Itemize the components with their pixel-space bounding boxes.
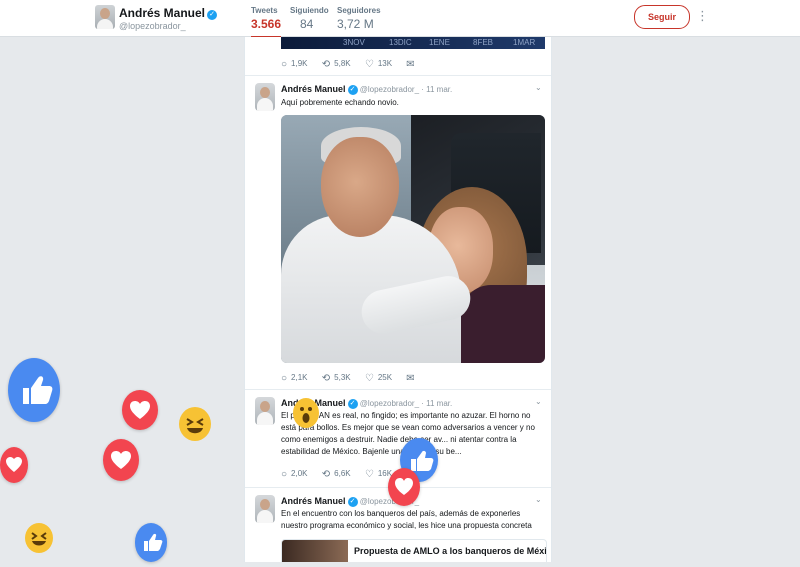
stat-followers[interactable]: Seguidores 3,72 M bbox=[337, 6, 381, 31]
avatar-shoulders bbox=[257, 510, 273, 523]
stat-followers-label: Seguidores bbox=[337, 6, 381, 15]
like-button[interactable]: ♡ 25K bbox=[365, 373, 392, 384]
stat-following-value: 84 bbox=[300, 17, 314, 31]
envelope-icon: ✉ bbox=[406, 373, 415, 384]
reply-count: 1,9K bbox=[291, 59, 308, 68]
heart-reaction-icon bbox=[122, 390, 158, 430]
heart-reaction-icon bbox=[0, 447, 28, 483]
tweet-actions: ○ 2,0K ⟲ 6,6K ♡ 16K bbox=[281, 469, 404, 480]
tweet-header: Andrés Manuel✓ @lopezobrador_ · 11 mar. bbox=[281, 84, 452, 95]
like-count: 13K bbox=[377, 59, 393, 68]
stat-tweets-label: Tweets bbox=[251, 6, 278, 15]
profile-header-bar: Andrés Manuel ✓ @lopezobrador_ Tweets 3.5… bbox=[0, 0, 800, 39]
reply-icon: ○ bbox=[281, 59, 288, 70]
verified-badge-icon: ✓ bbox=[347, 399, 358, 409]
more-options-icon[interactable]: ⋮ bbox=[696, 8, 709, 24]
envelope-icon: ✉ bbox=[406, 59, 415, 70]
retweet-icon: ⟲ bbox=[321, 59, 331, 70]
profile-name[interactable]: Andrés Manuel ✓ bbox=[119, 6, 218, 20]
stat-followers-value: 3,72 M bbox=[337, 17, 374, 31]
retweet-button[interactable]: ⟲ 5,8K bbox=[322, 59, 351, 70]
reply-button[interactable]: ○ 1,9K bbox=[281, 59, 308, 70]
reply-icon: ○ bbox=[281, 469, 288, 480]
tweet-timestamp[interactable]: · 11 mar. bbox=[421, 85, 452, 94]
avatar-shoulders bbox=[257, 412, 273, 425]
reply-count: 2,0K bbox=[291, 469, 308, 478]
tweet-author-handle[interactable]: @lopezobrador_ bbox=[360, 85, 419, 94]
wow-reaction-icon bbox=[293, 398, 319, 428]
link-preview-thumbnail bbox=[282, 540, 348, 562]
tweet-actions: ○ 2,1K ⟲ 5,3K ♡ 25K ✉ bbox=[281, 373, 431, 384]
tweet-divider bbox=[245, 75, 551, 76]
avatar-head bbox=[260, 499, 270, 510]
direct-message-button[interactable]: ✉ bbox=[406, 373, 418, 384]
direct-message-button[interactable]: ✉ bbox=[406, 59, 418, 70]
photo-woman-clothes bbox=[461, 285, 545, 363]
heart-icon: ♡ bbox=[364, 373, 374, 384]
avatar-head bbox=[260, 401, 270, 412]
retweet-count: 5,8K bbox=[334, 59, 351, 68]
reply-button[interactable]: ○ 2,0K bbox=[281, 469, 308, 480]
retweet-count: 5,3K bbox=[334, 373, 351, 382]
retweet-icon: ⟲ bbox=[321, 373, 331, 384]
heart-reaction-icon bbox=[103, 439, 139, 481]
reply-count: 2,1K bbox=[291, 373, 308, 382]
profile-name-text: Andrés Manuel bbox=[119, 6, 206, 20]
thumbs-up-reaction-icon bbox=[8, 358, 60, 422]
banner-date: 1MAR bbox=[513, 38, 536, 47]
laughing-reaction-icon bbox=[25, 523, 53, 553]
stat-following[interactable]: Siguiendo 84 bbox=[290, 6, 329, 31]
tweet-text: Aquí pobremente echando novio. bbox=[281, 98, 399, 107]
avatar-head bbox=[260, 87, 270, 98]
verified-badge-icon: ✓ bbox=[347, 497, 358, 507]
banner-date: 8FEB bbox=[473, 38, 494, 47]
tweet-author-handle[interactable]: @lopezobrador_ bbox=[360, 399, 419, 408]
laughing-reaction-icon bbox=[179, 407, 211, 441]
avatar-shoulders bbox=[257, 98, 273, 111]
thumbs-up-reaction-icon bbox=[135, 523, 167, 562]
tweet-avatar[interactable] bbox=[255, 397, 275, 425]
banner-date: 1ENE bbox=[429, 38, 450, 47]
tweet-avatar[interactable] bbox=[255, 495, 275, 523]
chevron-down-icon[interactable]: ⌄ bbox=[535, 83, 542, 92]
retweet-count: 6,6K bbox=[334, 469, 351, 478]
stat-tweets[interactable]: Tweets 3.566 bbox=[251, 6, 282, 39]
reply-icon: ○ bbox=[281, 373, 288, 384]
chevron-down-icon[interactable]: ⌄ bbox=[535, 495, 542, 504]
tweet-actions: ○ 1,9K ⟲ 5,8K ♡ 13K ✉ bbox=[281, 59, 431, 70]
tweet-timestamp[interactable]: · 11 mar. bbox=[421, 399, 452, 408]
retweet-icon: ⟲ bbox=[321, 469, 331, 480]
tweet-divider bbox=[245, 389, 551, 390]
follow-button[interactable]: Seguir bbox=[634, 5, 690, 29]
banner-date: 13DIC bbox=[389, 38, 412, 47]
profile-handle: @lopezobrador_ bbox=[119, 21, 186, 31]
banner-date: 3NOV bbox=[343, 38, 365, 47]
tweet-photo[interactable] bbox=[281, 115, 545, 363]
tweet-author-name[interactable]: Andrés Manuel bbox=[281, 496, 346, 506]
retweet-button[interactable]: ⟲ 6,6K bbox=[322, 469, 351, 480]
tweet-avatar[interactable] bbox=[255, 83, 275, 111]
retweet-button[interactable]: ⟲ 5,3K bbox=[322, 373, 351, 384]
avatar-head bbox=[100, 8, 110, 19]
heart-reaction-icon bbox=[388, 468, 420, 506]
avatar-shoulders bbox=[97, 19, 113, 29]
verified-badge-icon: ✓ bbox=[347, 85, 358, 95]
like-count: 25K bbox=[377, 373, 393, 382]
link-preview-title: Propuesta de AMLO a los banqueros de Méx… bbox=[354, 546, 547, 556]
link-preview-card[interactable]: Propuesta de AMLO a los banqueros de Méx… bbox=[281, 539, 547, 562]
profile-avatar[interactable] bbox=[95, 5, 115, 29]
like-button[interactable]: ♡ 13K bbox=[365, 59, 392, 70]
tweet-author-name[interactable]: Andrés Manuel bbox=[281, 84, 346, 94]
verified-badge-icon: ✓ bbox=[207, 10, 218, 20]
stat-tweets-value: 3.566 bbox=[251, 17, 282, 31]
reply-button[interactable]: ○ 2,1K bbox=[281, 373, 308, 384]
photo-man-face bbox=[321, 137, 399, 237]
chevron-down-icon[interactable]: ⌄ bbox=[535, 397, 542, 406]
chart-image-strip[interactable]: 3NOV 13DIC 1ENE 8FEB 1MAR bbox=[281, 37, 545, 49]
tweet-text: En el encuentro con los banqueros del pa… bbox=[281, 509, 532, 530]
heart-icon: ♡ bbox=[364, 59, 374, 70]
heart-icon: ♡ bbox=[364, 469, 374, 480]
stat-following-label: Siguiendo bbox=[290, 6, 329, 15]
